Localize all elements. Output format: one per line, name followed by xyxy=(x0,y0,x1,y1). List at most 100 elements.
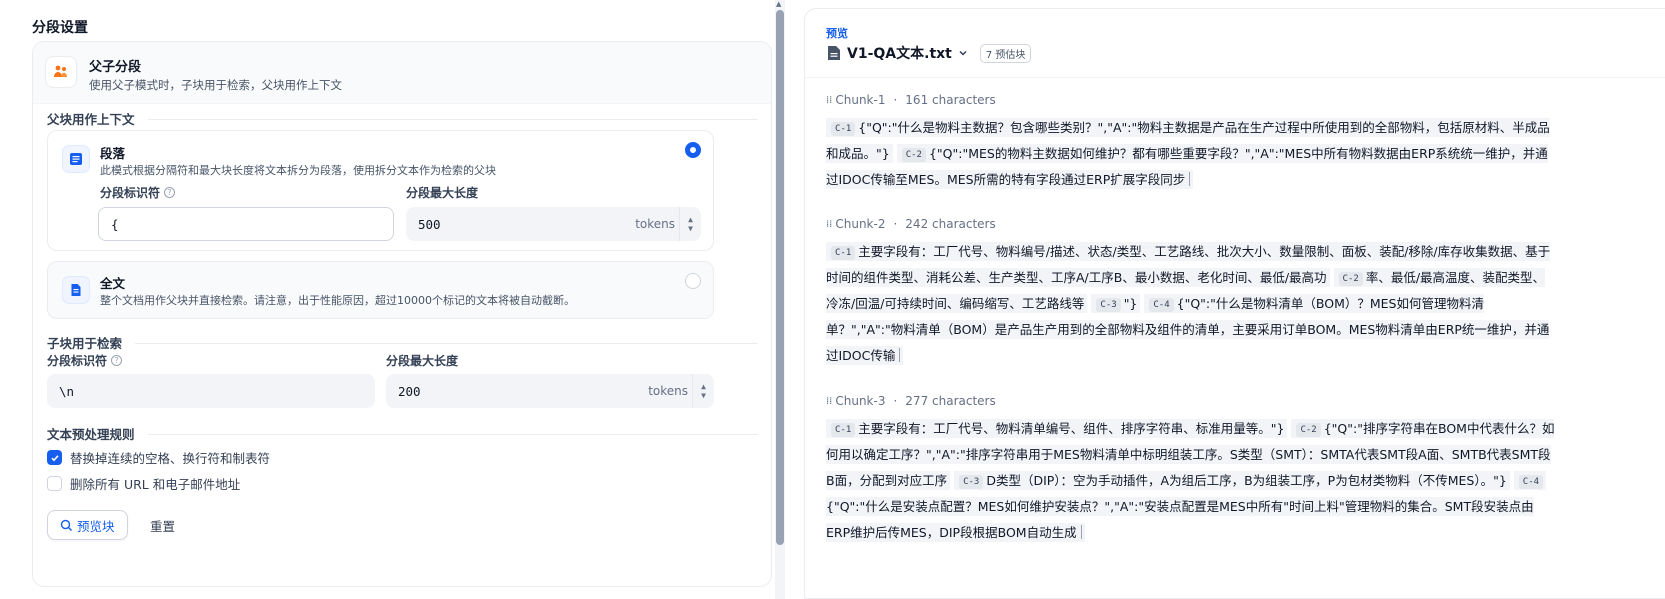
child-chunk-tag: C-2 xyxy=(901,148,926,162)
chunk-char-count: 277 characters xyxy=(905,394,996,408)
stepper-down-icon[interactable]: ▼ xyxy=(688,224,693,233)
rule-label: 替换掉连续的空格、换行符和制表符 xyxy=(70,451,271,466)
chunk-end-marker xyxy=(1189,172,1191,186)
search-icon xyxy=(60,519,72,531)
child-delimiter-input[interactable]: \n xyxy=(47,374,375,408)
drag-handle-icon: ⁞⁞ xyxy=(826,395,833,407)
check-icon xyxy=(50,454,59,461)
child-chunk-tag: C-2 xyxy=(1338,272,1363,286)
child-chunk-tag: C-4 xyxy=(1149,298,1174,312)
child-chunk-segment[interactable]: C-1 主要字段有：工厂代号、物料清单编号、组件、排序字符串、标准用量等。"} xyxy=(826,419,1288,438)
chunk-header: ⁞⁞ Chunk-2 · 242 characters xyxy=(826,217,996,231)
child-chunk-text: {"Q":"MES的物料主数据如何维护？都有哪些重要字段？","A":"MES中… xyxy=(826,146,1548,187)
rule-remove-urls[interactable]: 删除所有 URL 和电子邮件地址 xyxy=(47,474,240,493)
fulltext-title: 全文 xyxy=(100,276,126,291)
parent-child-icon xyxy=(45,56,77,88)
delimiter-label: 分段标识符 ? xyxy=(100,184,176,201)
file-name: V1-QA文本.txt xyxy=(847,46,952,62)
child-maxlen-label: 分段最大长度 xyxy=(386,354,459,368)
mode-title: 父子分段 xyxy=(89,60,142,75)
child-chunk-segment[interactable]: C-2 {"Q":"MES的物料主数据如何维护？都有哪些重要字段？","A":"M… xyxy=(826,144,1548,189)
scroll-up-icon[interactable]: ▲ xyxy=(776,0,781,8)
chunk-char-count: 161 characters xyxy=(905,93,996,107)
child-chunk-segment[interactable]: C-3 D类型（DIP）：空为手动插件，A为组后工序，B为组装工序，P为包材类物料… xyxy=(954,471,1510,490)
divider xyxy=(148,434,758,435)
mode-header[interactable]: 父子分段 使用父子模式时，子块用于检索，父块用作上下文 xyxy=(33,42,771,104)
child-maxlen-input[interactable]: 200 tokens ▲ ▼ xyxy=(386,374,714,408)
chunk-body[interactable]: C-1 {"Q":"什么是物料主数据？包含哪些类别？","A":"物料主数据是产品… xyxy=(826,115,1556,193)
child-chunk-tag: C-1 xyxy=(831,246,856,260)
separator: · xyxy=(893,394,898,408)
fulltext-radio[interactable] xyxy=(685,273,701,289)
parent-delimiter-input[interactable]: { xyxy=(98,207,394,241)
divider xyxy=(135,343,758,344)
child-chunk-tag: C-3 xyxy=(1096,298,1121,312)
preview-chunks-button[interactable]: 预览块 xyxy=(47,510,128,540)
paragraph-icon xyxy=(62,145,90,173)
file-selector[interactable]: V1-QA文本.txt 7 预估块 xyxy=(827,43,1032,63)
child-chunk-segment[interactable]: C-3 "} xyxy=(1091,294,1141,313)
drag-handle-icon: ⁞⁞ xyxy=(826,218,833,230)
checkbox-checked[interactable] xyxy=(47,450,62,465)
parent-maxlen-input[interactable]: 500 tokens ▲ ▼ xyxy=(406,207,701,241)
paragraph-title: 段落 xyxy=(100,146,126,161)
stepper-down-icon[interactable]: ▼ xyxy=(701,391,706,400)
stepper-up-icon[interactable]: ▲ xyxy=(688,215,693,224)
child-chunk-text: 主要字段有：工厂代号、物料清单编号、组件、排序字符串、标准用量等。"} xyxy=(858,421,1285,436)
child-chunk-tag: C-1 xyxy=(831,423,856,437)
preview-panel: 预览 V1-QA文本.txt 7 预估块 ⁞⁞ Chunk-1 · 161 chara… xyxy=(804,8,1665,599)
tokens-unit: tokens xyxy=(648,384,688,398)
separator: · xyxy=(893,93,898,107)
section-title: 分段设置 xyxy=(32,20,88,36)
help-icon[interactable]: ? xyxy=(164,187,176,198)
preview-button-label: 预览块 xyxy=(77,518,115,534)
child-delimiter-label-text: 分段标识符 xyxy=(47,354,108,368)
chunk-end-marker xyxy=(1080,525,1082,539)
chevron-down-icon[interactable] xyxy=(958,48,968,58)
chunk-end-marker xyxy=(899,348,901,362)
child-maxlen-value: 200 xyxy=(398,383,421,399)
fulltext-option[interactable]: 全文 整个文档用作父块并直接检索。请注意，出于性能原因，超过10000个标记的文… xyxy=(47,261,714,319)
rule-replace-spaces[interactable]: 替换掉连续的空格、换行符和制表符 xyxy=(47,448,270,467)
child-chunk-text: "} xyxy=(1123,296,1138,311)
help-icon[interactable]: ? xyxy=(111,355,123,366)
delimiter-label-text: 分段标识符 xyxy=(100,186,161,200)
child-chunk-tag: C-4 xyxy=(1518,475,1544,489)
mode-desc: 使用父子模式时，子块用于检索，父块用作上下文 xyxy=(89,78,342,92)
rule-label: 删除所有 URL 和电子邮件地址 xyxy=(70,477,241,492)
divider xyxy=(805,77,1665,78)
child-chunk-tag: C-1 xyxy=(831,122,856,136)
checkbox-unchecked[interactable] xyxy=(47,476,62,491)
number-stepper[interactable]: ▲ ▼ xyxy=(679,207,701,241)
paragraph-desc: 此模式根据分隔符和最大块长度将文本拆分为段落，使用拆分文本作为检索的父块 xyxy=(100,164,496,177)
chunk-count-badge: 7 预估块 xyxy=(979,43,1032,63)
drag-handle-icon: ⁞⁞ xyxy=(826,94,833,106)
number-stepper[interactable]: ▲ ▼ xyxy=(692,374,714,408)
chunk-char-count: 242 characters xyxy=(905,217,996,231)
parent-maxlen-value: 500 xyxy=(418,216,441,232)
fulltext-desc: 整个文档用作父块并直接检索。请注意，出于性能原因，超过10000个标记的文本将被… xyxy=(100,294,575,307)
child-chunk-tag: C-3 xyxy=(959,475,984,489)
scrollbar-thumb[interactable] xyxy=(776,10,784,545)
child-chunk-text: D类型（DIP）：空为手动插件，A为组后工序，B为组装工序，P为包材类物料（不传… xyxy=(986,473,1507,488)
paragraph-radio[interactable] xyxy=(685,142,701,158)
parent-child-card: 父子分段 使用父子模式时，子块用于检索，父块用作上下文 父块用作上下文 段落 此… xyxy=(32,41,772,587)
child-delimiter-value: \n xyxy=(59,383,75,399)
preprocess-label: 文本预处理规则 xyxy=(47,427,135,442)
parent-delimiter-value: { xyxy=(111,216,119,232)
chunk-name: Chunk-1 xyxy=(835,93,886,107)
file-icon xyxy=(828,46,840,60)
chunk-body[interactable]: C-1 主要字段有：工厂代号、物料编号/描述、状态/类型、工艺路线、批次大小、数量… xyxy=(826,239,1556,369)
child-section-label: 子块用于检索 xyxy=(47,336,123,351)
child-chunk-tag: C-2 xyxy=(1296,423,1321,437)
parent-section-label: 父块用作上下文 xyxy=(47,112,135,127)
reset-button[interactable]: 重置 xyxy=(138,510,187,540)
stepper-up-icon[interactable]: ▲ xyxy=(701,382,706,391)
maxlen-label: 分段最大长度 xyxy=(406,186,479,200)
chunk-body[interactable]: C-1 主要字段有：工厂代号、物料清单编号、组件、排序字符串、标准用量等。"} C… xyxy=(826,416,1556,546)
chunk-header: ⁞⁞ Chunk-1 · 161 characters xyxy=(826,93,996,107)
paragraph-option[interactable]: 段落 此模式根据分隔符和最大块长度将文本拆分为段落，使用拆分文本作为检索的父块 … xyxy=(47,130,714,251)
child-chunk-text: {"Q":"什么是安装点配置？MES如何维护安装点？","A":"安装点配置是M… xyxy=(826,499,1534,540)
chunk-name: Chunk-3 xyxy=(835,394,886,408)
segment-settings-panel: 分段设置 父子分段 使用父子模式时，子块用于检索，父块用作上下文 父块用作上下文 xyxy=(0,0,775,599)
